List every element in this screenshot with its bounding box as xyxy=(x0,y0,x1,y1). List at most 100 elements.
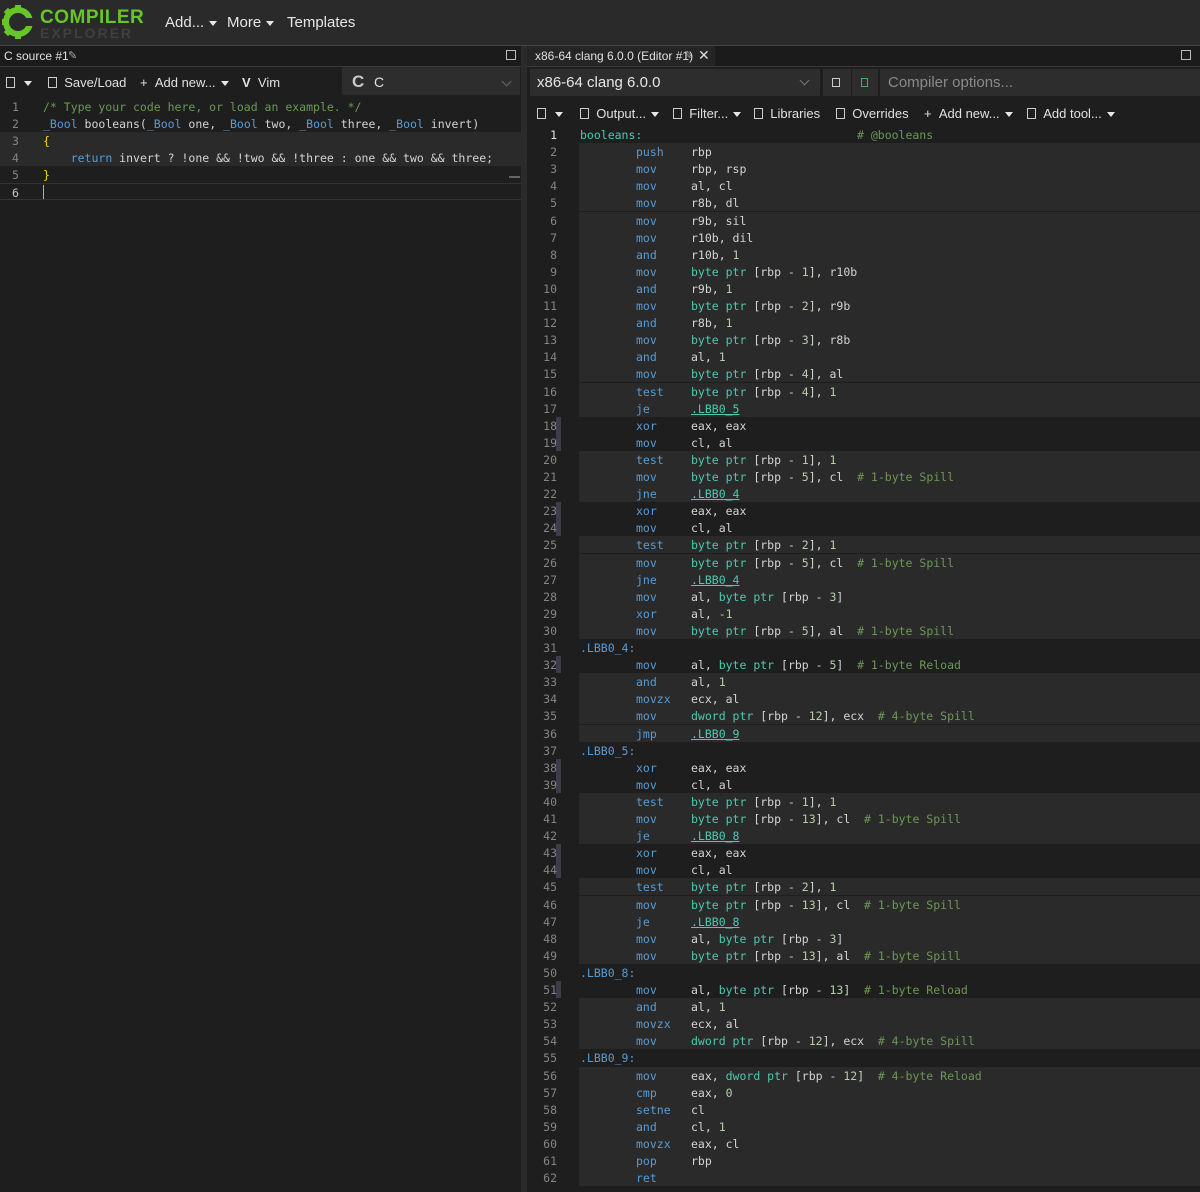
maximize-icon[interactable] xyxy=(1181,50,1191,60)
compiler-settings-dropdown[interactable] xyxy=(537,106,563,121)
asm-opcode: mov xyxy=(636,367,657,382)
filter-menu[interactable]: Filter... xyxy=(673,106,742,121)
asm-line: 26 mov byte ptr [rbp - 5], cl # 1-byte Spil… xyxy=(527,553,1200,571)
line-number: 33 xyxy=(543,675,557,690)
vim-toggle-button[interactable]: V Vim xyxy=(242,75,280,90)
asm-operands: byte ptr [rbp - 13], cl xyxy=(691,897,851,912)
asm-opcode: mov xyxy=(636,812,657,826)
overrides-icon xyxy=(836,108,845,119)
source-mapping-highlight xyxy=(579,929,1200,947)
asm-line: 18 xor eax, eax xyxy=(527,416,1200,434)
asm-operands: byte ptr [rbp - 2], 1 xyxy=(691,880,837,895)
compiler-options-input[interactable] xyxy=(880,69,1200,96)
asm-line: 59 and cl, 1 xyxy=(527,1117,1200,1135)
save-icon xyxy=(48,77,57,88)
asm-opcode: movzx xyxy=(636,1136,671,1151)
asm-line: 5 mov r8b, dl xyxy=(527,194,1200,212)
asm-line: 57 cmp eax, 0 xyxy=(527,1083,1200,1101)
source-mapping-highlight xyxy=(579,1134,1200,1152)
add-tool-button[interactable]: Add tool... xyxy=(1027,106,1115,121)
pencil-icon[interactable]: ✎ xyxy=(68,49,77,62)
line-number: 50 xyxy=(543,965,557,980)
asm-opcode: mov xyxy=(636,264,657,279)
asm-line: 16 test byte ptr [rbp - 4], 1 xyxy=(527,382,1200,400)
asm-operands: eax, eax xyxy=(691,760,747,775)
compiler-add-new-button[interactable]: + Add new... xyxy=(924,106,1013,121)
compiler-tab[interactable]: x86-64 clang 6.0.0 (Editor #1) ✎ ✕ xyxy=(527,46,715,66)
caret-down-icon xyxy=(23,81,32,87)
source-code-editor[interactable]: 1 /* Type your code here, or load an exa… xyxy=(0,98,521,1192)
asm-opcode: xor xyxy=(636,606,657,621)
overrides-button[interactable]: Overrides xyxy=(836,106,909,121)
asm-label[interactable]: .LBB0_4: xyxy=(580,641,635,655)
source-add-new-button[interactable]: + Add new... xyxy=(140,75,229,90)
asm-opcode: mov xyxy=(636,777,657,792)
asm-label[interactable]: booleans: xyxy=(580,128,642,142)
asm-label[interactable]: .LBB0_5: xyxy=(580,744,635,758)
asm-operands: cl, 1 xyxy=(691,1119,726,1134)
asm-opcode: jmp xyxy=(636,726,657,741)
compile-status-button[interactable] xyxy=(852,69,878,96)
line-number: 39 xyxy=(543,777,557,792)
libraries-button[interactable]: Libraries xyxy=(754,106,820,121)
nav-templates[interactable]: Templates xyxy=(287,14,355,31)
source-line-text: { xyxy=(43,134,50,148)
pencil-icon[interactable]: ✎ xyxy=(684,49,693,62)
scrollbar-marker xyxy=(509,176,520,178)
asm-opcode: jne xyxy=(636,487,657,502)
line-number: 47 xyxy=(543,914,557,929)
asm-line: 48 mov al, byte ptr [rbp - 3] xyxy=(527,929,1200,947)
close-icon[interactable]: ✕ xyxy=(698,47,710,64)
asm-line: 8 and r10b, 1 xyxy=(527,245,1200,263)
asm-line: 17 je .LBB0_5 xyxy=(527,399,1200,417)
asm-line: 15 mov byte ptr [rbp - 4], al xyxy=(527,365,1200,383)
caret-down-icon xyxy=(651,112,660,118)
asm-operands: .LBB0_4 xyxy=(691,487,740,502)
save-load-button[interactable]: Save/Load xyxy=(48,75,126,90)
source-settings-dropdown[interactable] xyxy=(6,75,32,90)
compiler-explorer-logo[interactable]: COMPILER EXPLORER xyxy=(0,3,150,43)
overrides-label: Overrides xyxy=(852,106,909,121)
asm-label[interactable]: .LBB0_8: xyxy=(580,966,635,980)
line-number: 29 xyxy=(543,606,557,621)
nav-add-menu[interactable]: Add... xyxy=(165,14,218,31)
asm-operands: byte ptr [rbp - 1], r10b xyxy=(691,264,858,279)
source-mapping-highlight xyxy=(579,143,1200,161)
maximize-icon[interactable] xyxy=(506,50,516,60)
line-number: 62 xyxy=(543,1171,557,1186)
asm-comment: # @booleans xyxy=(857,128,934,142)
asm-operands: .LBB0_5 xyxy=(691,401,740,416)
asm-opcode: mov xyxy=(636,948,657,963)
asm-line: 27 jne .LBB0_4 xyxy=(527,570,1200,588)
source-mapping-highlight xyxy=(579,1100,1200,1118)
asm-opcode: mov xyxy=(636,213,657,228)
asm-line: 46 mov byte ptr [rbp - 13], cl # 1-byte Spi… xyxy=(527,895,1200,913)
asm-line: 41 mov byte ptr [rbp - 13], cl # 1-byte Spi… xyxy=(527,810,1200,828)
source-mapping-highlight xyxy=(579,1015,1200,1033)
asm-opcode: mov xyxy=(636,333,657,348)
popout-button[interactable] xyxy=(823,69,851,96)
line-number: 38 xyxy=(543,760,557,775)
line-number: 57 xyxy=(543,1085,557,1100)
asm-opcode: and xyxy=(636,675,657,690)
asm-label[interactable]: .LBB0_9: xyxy=(580,1051,635,1065)
compiler-select[interactable]: x86-64 clang 6.0.0 xyxy=(530,69,820,96)
line-number: 51 xyxy=(543,983,557,997)
source-tab-title[interactable]: C source #1 xyxy=(4,49,69,63)
line-number: 55 xyxy=(543,1051,557,1066)
asm-operands: al, 1 xyxy=(691,350,726,365)
language-select[interactable]: C C xyxy=(342,67,520,95)
source-mapping-highlight xyxy=(579,690,1200,708)
asm-opcode: mov xyxy=(636,897,657,912)
assembly-output[interactable]: 1 booleans: # @booleans 2 push rbp 3 mov rbp, rs… xyxy=(527,126,1200,1192)
asm-operands: al, 1 xyxy=(691,1000,726,1015)
nav-more-menu[interactable]: More xyxy=(227,14,275,31)
line-number: 10 xyxy=(543,281,557,296)
line-number: 5 xyxy=(550,196,557,211)
asm-opcode: and xyxy=(636,1000,657,1015)
asm-line: 2 push rbp xyxy=(527,143,1200,161)
asm-opcode: mov xyxy=(636,623,657,638)
asm-comment: # 4-byte Spill xyxy=(877,709,975,724)
asm-operands: ecx, al xyxy=(691,692,740,707)
output-menu[interactable]: Output... xyxy=(580,106,660,121)
